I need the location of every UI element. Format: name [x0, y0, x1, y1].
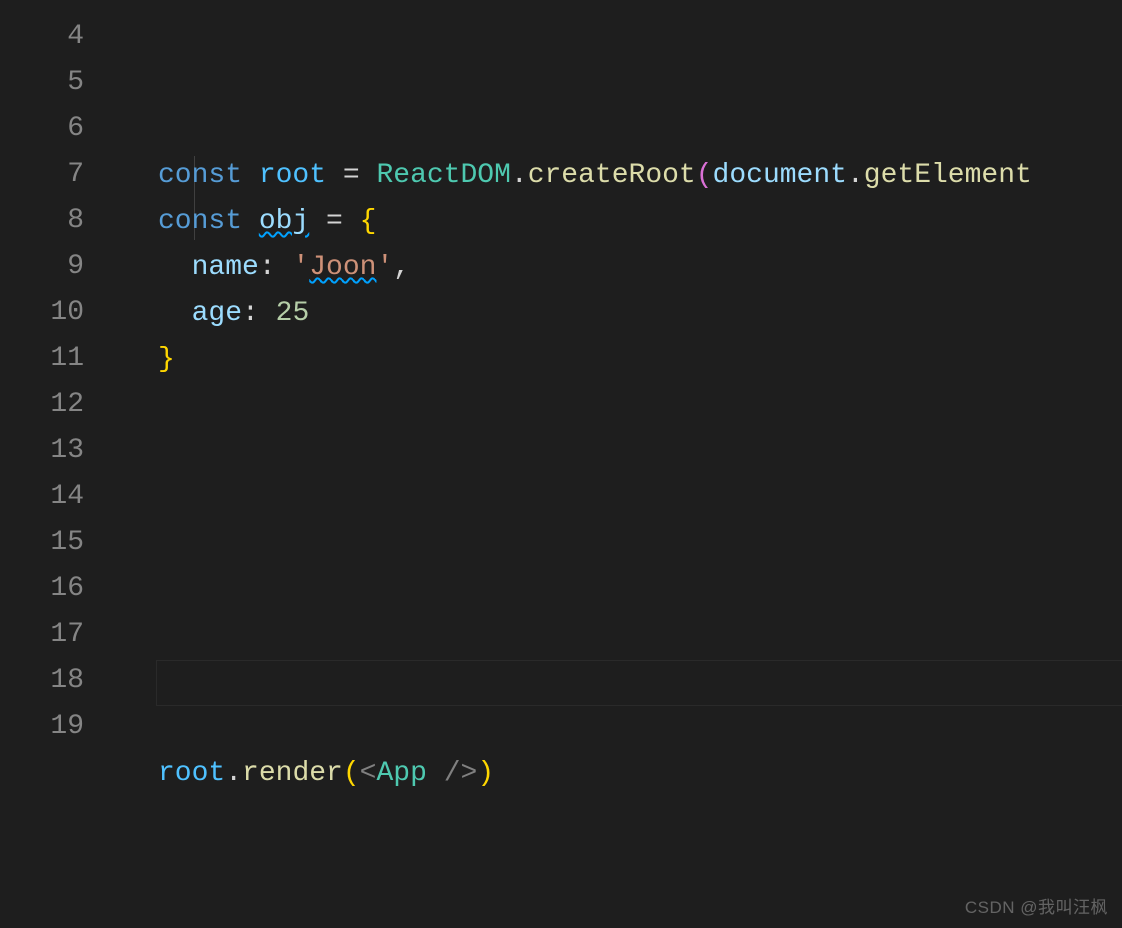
line-number: 12 — [0, 382, 118, 428]
code-editor[interactable]: 45678910111213141516171819 const root = … — [0, 0, 1122, 928]
code-line[interactable] — [118, 521, 1122, 567]
code-line[interactable]: name: 'Joon', — [118, 245, 1122, 291]
line-number: 9 — [0, 244, 118, 290]
code-line[interactable] — [118, 659, 1122, 705]
line-number: 19 — [0, 704, 118, 750]
line-number-gutter: 45678910111213141516171819 — [0, 0, 118, 928]
code-area[interactable]: const root = ReactDOM.createRoot(documen… — [118, 0, 1122, 928]
code-line[interactable] — [118, 475, 1122, 521]
code-line[interactable] — [118, 567, 1122, 613]
code-line[interactable] — [118, 705, 1122, 751]
code-line[interactable]: const root = ReactDOM.createRoot(documen… — [118, 153, 1122, 199]
line-number: 15 — [0, 520, 118, 566]
line-number: 16 — [0, 566, 118, 612]
line-number: 10 — [0, 290, 118, 336]
code-line[interactable] — [118, 383, 1122, 429]
line-number: 11 — [0, 336, 118, 382]
line-number: 6 — [0, 106, 118, 152]
code-line[interactable] — [118, 107, 1122, 153]
code-line[interactable]: age: 25 — [118, 291, 1122, 337]
code-line[interactable]: const obj = { — [118, 199, 1122, 245]
code-line[interactable] — [118, 429, 1122, 475]
line-number: 7 — [0, 152, 118, 198]
line-number: 13 — [0, 428, 118, 474]
code-line[interactable] — [118, 797, 1122, 843]
line-number: 17 — [0, 612, 118, 658]
code-line[interactable]: root.render(<App />) — [118, 751, 1122, 797]
line-number: 14 — [0, 474, 118, 520]
line-number: 4 — [0, 14, 118, 60]
line-number: 8 — [0, 198, 118, 244]
code-line[interactable] — [118, 613, 1122, 659]
line-number: 18 — [0, 658, 118, 704]
code-line[interactable]: } — [118, 337, 1122, 383]
line-number: 5 — [0, 60, 118, 106]
